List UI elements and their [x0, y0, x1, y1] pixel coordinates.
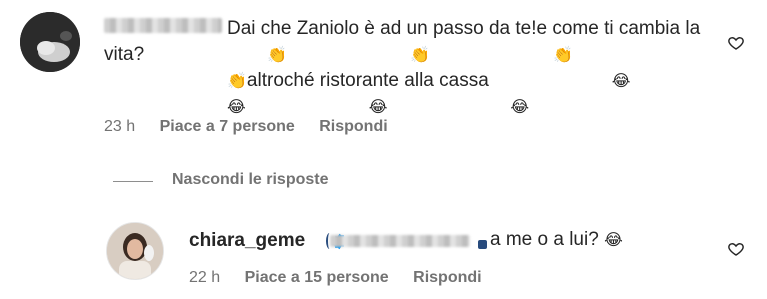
clap-emoji: 👏 — [227, 73, 247, 90]
avatar-image — [107, 223, 163, 279]
clap-emoji: 👏 — [267, 47, 288, 64]
redacted-mention-tail — [478, 240, 487, 249]
like-heart-icon[interactable] — [728, 241, 744, 257]
reply-likes-link[interactable]: Piace a 15 persone — [245, 269, 389, 286]
comment-reply-button[interactable]: Rispondi — [319, 118, 387, 135]
reply-avatar[interactable] — [106, 222, 164, 280]
laugh-emoji: 😂 — [611, 73, 631, 90]
reply-reply-button[interactable]: Rispondi — [413, 269, 481, 286]
avatar-image — [20, 12, 80, 72]
comment-body: Dai che Zaniolo è ad un passo da te!e co… — [104, 16, 704, 120]
laugh-emoji: 😂 — [604, 232, 623, 249]
reply-time: 22 h — [189, 269, 221, 286]
redacted-mention — [330, 235, 470, 247]
clap-emoji: 👏 — [410, 47, 430, 64]
reply-username[interactable]: chiara_geme — [189, 230, 305, 252]
reply-body: a me o a lui? 😂 — [490, 229, 623, 251]
reply-meta: 22 h Piace a 15 persone Rispondi — [189, 269, 502, 287]
comment-likes-link[interactable]: Piace a 7 persone — [160, 118, 295, 135]
comment-text-after: altroché ristorante alla cassa — [246, 70, 489, 91]
hide-replies-button[interactable]: Nascondi le risposte — [172, 171, 329, 189]
comment-meta: 23 h Piace a 7 persone Rispondi — [104, 118, 408, 136]
laugh-emoji: 😂 — [227, 99, 246, 116]
like-heart-icon[interactable] — [728, 35, 744, 51]
commenter-avatar[interactable] — [20, 12, 80, 72]
laugh-emoji: 😂 — [510, 99, 530, 116]
reply-text: a me o a lui? — [490, 229, 599, 250]
laugh-emoji: 😂 — [368, 99, 388, 116]
comment-time: 23 h — [104, 118, 136, 135]
clap-emoji: 👏 — [552, 47, 573, 64]
replies-divider — [113, 181, 153, 182]
